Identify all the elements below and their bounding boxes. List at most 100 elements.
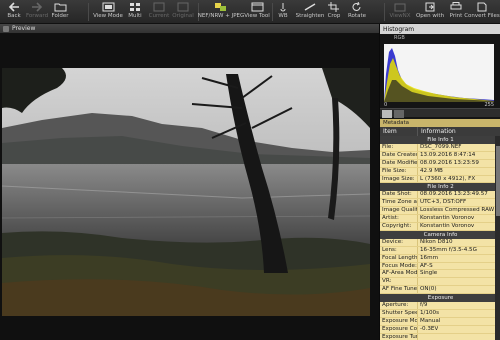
view-tool-button[interactable]: View Tool [244,1,270,23]
metadata-value [418,334,420,340]
metadata-row: Lens: 16-35mm f/3.5-4.5G [380,246,500,255]
metadata-scrollbar[interactable] [495,136,500,340]
panel-close-icon[interactable] [3,25,9,32]
metadata-key: Copyright: [380,223,418,230]
forward-button[interactable]: Forward [26,1,48,23]
tab-metadata[interactable] [382,110,392,118]
preview-panel: Preview [0,24,379,340]
histogram-controls: RGB [380,34,500,41]
metadata-row: Image Size: L (7360 x 4912), FX [380,175,500,184]
metadata-key: Aperture: [380,302,418,310]
metadata-row: Device: Nikon D810 [380,238,500,247]
view-tool-icon [250,1,264,12]
metadata-key: Device: [380,238,418,246]
metadata-key: Date Created: [382,151,418,159]
wb-button[interactable]: WB [276,1,290,23]
toolbar-separator [384,3,385,21]
metadata-key: VR: [380,278,418,286]
metadata-key: Image Size: [380,175,418,183]
metadata-row: AF-Area Mode:Single [380,270,500,279]
metadata-key: Focal Length: [382,254,418,262]
toolbar-separator [272,3,273,21]
metadata-key: Exposure Comp.: [382,325,418,333]
metadata-value: Konstantin Voronov [420,223,475,230]
metadata-value: Single [420,270,438,277]
back-button[interactable]: Back [4,1,24,23]
open-with-button[interactable]: Open with [416,1,444,23]
histogram-graph [384,44,494,102]
nef-jpeg-icon [214,1,228,12]
metadata-key: Time Zone and [382,199,418,207]
view-mode-icon [101,1,115,12]
section-header[interactable]: Exposure [380,294,500,303]
metadata-row: Image Quality:Lossless Compressed RAW [380,207,500,216]
metadata-row: AF Fine Tune: ON(0) [380,286,500,295]
original-button[interactable]: Original [172,1,194,23]
main-toolbar: Back Forward Folder View Mode Multi Curr… [0,0,500,24]
metadata-key: Lens: [380,246,418,254]
current-button[interactable]: Current [148,1,170,23]
metadata-row: Exposure Comp.:-0.3EV [380,325,500,334]
metadata-value: -0.3EV [420,325,439,332]
open-with-icon [423,1,437,12]
metadata-value: 08.09.2016 13:23:59 [420,159,479,166]
original-image-icon [176,1,190,12]
rotate-icon [350,1,364,12]
metadata-panel: Metadata Item Information File Info 1 Fil… [380,119,500,340]
metadata-row: VR: [380,278,500,287]
section-header[interactable]: File Info 1 [380,136,500,144]
nef-jpeg-button[interactable]: NEF/NRW + JPEG [198,1,244,23]
metadata-row: Artist: Konstantin Voronov [380,215,500,224]
forward-arrow-icon [30,1,44,12]
viewnx-button[interactable]: ViewNX [388,1,412,23]
print-button[interactable]: Print [448,1,464,23]
metadata-key: Artist: [380,215,418,223]
metadata-row: Aperture: f/9 [380,302,500,311]
metadata-value: L (7360 x 4912), FX [420,175,476,182]
straighten-button[interactable]: Straighten [296,1,324,23]
metadata-key: Focus Mode: [382,262,418,270]
printer-icon [449,1,463,12]
crop-button[interactable]: Crop [326,1,342,23]
viewnx-icon [393,1,407,12]
metadata-key: AF-Area Mode: [382,270,418,278]
multi-grid-icon [128,1,142,12]
metadata-row: Focal Length: 16mm [380,254,500,263]
metadata-value: Lossless Compressed RAW [420,207,495,214]
metadata-value: 16-35mm f/3.5-4.5G [420,246,477,253]
histogram-title: Histogram [383,25,415,33]
metadata-key: Exposure Mode: [382,317,418,325]
section-header[interactable]: Camera Info [380,230,500,239]
metadata-value: Nikon D810 [420,238,453,245]
metadata-row: Shutter Speed:1/100s [380,310,500,318]
channel-select[interactable]: RGB [394,35,405,41]
col-item: Item [380,127,418,136]
panel-tabs [380,108,500,118]
multi-button[interactable]: Multi [126,1,144,23]
metadata-title: Metadata [380,119,500,127]
toolbar-separator [88,3,89,21]
metadata-value: 13.09.2016 8:47:14 [420,151,476,158]
metadata-key: File Size: [380,167,418,175]
metadata-columns: Item Information [380,127,500,136]
section-header[interactable]: File Info 2 [380,183,500,192]
metadata-table: File Info 1 File: DSC_7099.NEF Date Created… [380,136,500,340]
scrollbar-thumb[interactable] [496,146,500,216]
tab-adjust[interactable] [394,110,404,118]
metadata-value: Manual [420,317,441,324]
straighten-icon [303,1,317,12]
metadata-row: Date Modified:08.09.2016 13:23:59 [380,159,500,168]
rotate-button[interactable]: Rotate [346,1,368,23]
metadata-key: Image Quality: [382,207,418,215]
folder-icon [53,1,67,12]
preview-image[interactable] [2,68,370,316]
metadata-value: f/9 [420,302,428,309]
metadata-value: UTC+3, DST:OFF [420,199,467,206]
metadata-key: Date Shot: [380,191,418,199]
view-mode-button[interactable]: View Mode [93,1,123,23]
crop-icon [327,1,341,12]
folder-button[interactable]: Folder [50,1,70,23]
convert-files-button[interactable]: Convert Files [464,1,500,23]
metadata-value: 08.09.2016 13:23:49.57 [420,191,488,198]
metadata-row: Date Shot: 08.09.2016 13:23:49.57 [380,191,500,200]
